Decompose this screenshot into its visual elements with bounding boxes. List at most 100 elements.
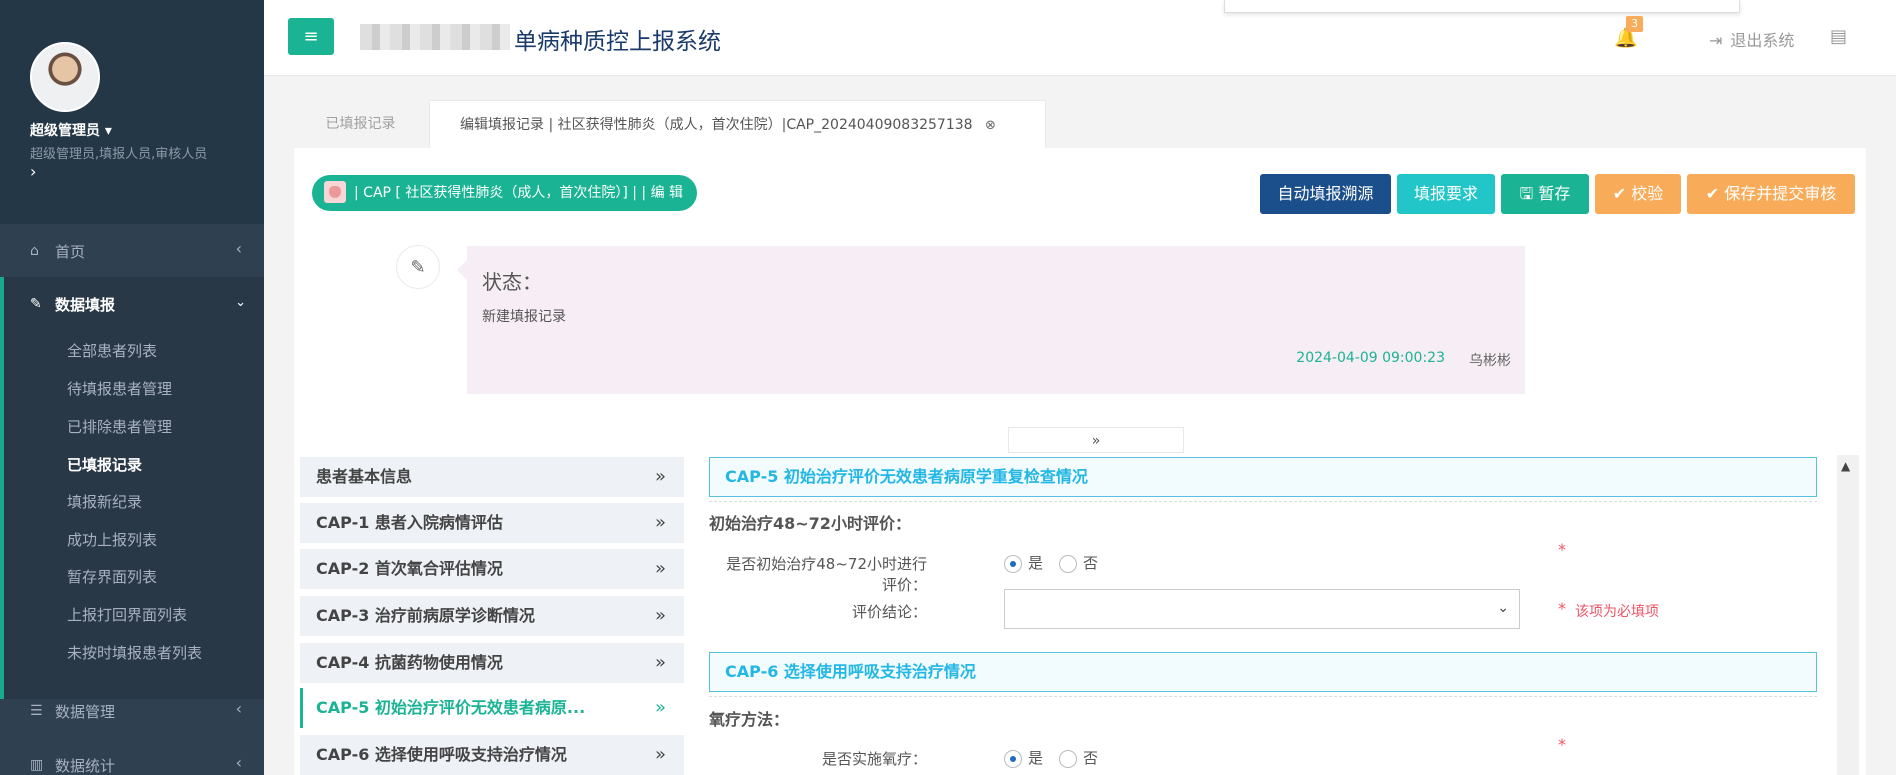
requirements-button[interactable]: 填报要求 xyxy=(1397,174,1495,214)
check-icon: ✔ xyxy=(1705,184,1725,203)
nav-data-manage-label: 数据管理 xyxy=(55,703,116,721)
sub-filled-records[interactable]: 已填报记录 xyxy=(67,454,142,475)
tab-edit-record[interactable]: 编辑填报记录 | 社区获得性肺炎（成人，首次住院）|CAP_2024040908… xyxy=(429,100,1046,149)
right-sidebar-toggle-icon[interactable]: ▤ xyxy=(1830,26,1847,47)
cap5-q2-label: 评价结论： xyxy=(851,603,927,621)
section-item-label: CAP-2 首次氧合评估情况 xyxy=(316,559,503,578)
section-item-label: CAP-4 抗菌药物使用情况 xyxy=(316,653,503,672)
cap6-q1-label: 是否实施氧疗： xyxy=(821,750,927,768)
user-profile: 超级管理员 ▾ 超级管理员,填报人员,审核人员 › xyxy=(0,0,264,224)
record-title-text: | CAP [ 社区获得性肺炎（成人，首次住院）] | | 编 辑 xyxy=(354,185,684,201)
edit-icon: ✎ xyxy=(396,245,440,289)
radio-circle xyxy=(1004,554,1022,573)
app-title: 单病种质控上报系统 xyxy=(514,29,721,55)
chevron-left-icon: ‹ xyxy=(235,239,242,258)
radio-label: 否 xyxy=(1083,749,1099,767)
section-item[interactable]: CAP-4 抗菌药物使用情况 » xyxy=(300,643,684,683)
close-icon[interactable]: ⊗ xyxy=(985,102,996,150)
nav-home[interactable]: ⌂ 首页 ‹ xyxy=(0,224,264,280)
sub-pending-patients[interactable]: 待填报患者管理 xyxy=(67,378,172,399)
user-name-dropdown[interactable]: 超级管理员 ▾ xyxy=(30,120,112,140)
double-chevron-right-icon: » xyxy=(654,466,666,487)
sidebar: 超级管理员 ▾ 超级管理员,填报人员,审核人员 › ⌂ 首页 ‹ ✎ 数据填报 … xyxy=(0,0,264,775)
scroll-up-icon[interactable]: ▲ xyxy=(1841,459,1850,473)
save-draft-button[interactable]: 🖫 暂存 xyxy=(1501,174,1589,214)
nav-data-entry-label: 数据填报 xyxy=(55,296,116,314)
dropdown-popup xyxy=(1224,0,1740,13)
notification-badge: 3 xyxy=(1626,16,1643,32)
status-text: 新建填报记录 xyxy=(482,309,566,325)
section-item-label: 患者基本信息 xyxy=(316,467,413,486)
verify-button[interactable]: ✔ 校验 xyxy=(1595,174,1681,214)
section-item[interactable]: CAP-3 治疗前病原学诊断情况 » xyxy=(300,596,684,636)
sub-new-record[interactable]: 填报新纪录 xyxy=(67,491,142,512)
double-chevron-right-icon: » xyxy=(654,605,666,626)
sign-out-icon: ⇥ xyxy=(1709,31,1723,50)
double-chevron-right-icon: » xyxy=(654,558,666,579)
record-form: CAP-5 初始治疗评价无效患者病原学重复检查情况 初始治疗48~72小时评价：… xyxy=(707,455,1841,775)
cap6-section-header: CAP-6 选择使用呼吸支持治疗情况 xyxy=(709,652,1817,692)
chevron-left-icon: ‹ xyxy=(235,699,242,718)
status-timeline-entry: 状态： 新建填报记录 2024-04-09 09:00:23 乌彬彬 xyxy=(457,246,1525,394)
required-star: * xyxy=(1558,599,1566,618)
tab-filled-records[interactable]: 已填报记录 xyxy=(294,100,427,148)
nav-data-manage[interactable]: ☰ 数据管理 ‹ xyxy=(0,684,264,740)
chevron-right-icon[interactable]: › xyxy=(30,162,36,181)
sub-overdue-patients[interactable]: 未按时填报患者列表 xyxy=(67,642,202,663)
double-chevron-down-icon: » xyxy=(1091,433,1101,449)
edit-icon: ✎ xyxy=(30,296,42,312)
cap5-section-header: CAP-5 初始治疗评价无效患者病原学重复检查情况 xyxy=(709,457,1817,497)
nav-data-entry[interactable]: ✎ 数据填报 ⌄ 全部患者列表 待填报患者管理 已排除患者管理 已填报记录 填报… xyxy=(0,277,264,699)
evaluation-conclusion-select[interactable]: ⌄ xyxy=(1004,589,1520,629)
lung-icon xyxy=(324,180,346,203)
double-chevron-right-icon: » xyxy=(654,652,666,673)
section-item-active[interactable]: CAP-5 初始治疗评价无效患者病原... » xyxy=(300,688,684,728)
bar-chart-icon: ▥ xyxy=(30,757,44,773)
status-user: 乌彬彬 xyxy=(1469,353,1511,369)
section-item[interactable]: CAP-1 患者入院病情评估 » xyxy=(300,503,684,543)
form-scrollbar[interactable]: ▲ xyxy=(1837,455,1859,775)
logout-link[interactable]: ⇥ 退出系统 xyxy=(1709,27,1794,51)
submit-review-button[interactable]: ✔ 保存并提交审核 xyxy=(1687,174,1855,214)
status-timestamp: 2024-04-09 09:00:23 xyxy=(1296,350,1445,366)
sub-draft-list[interactable]: 暂存界面列表 xyxy=(67,566,157,587)
save-draft-label: 暂存 xyxy=(1538,184,1571,203)
logout-label: 退出系统 xyxy=(1730,31,1795,50)
sub-reported-list[interactable]: 成功上报列表 xyxy=(67,529,157,550)
section-item-label: CAP-6 选择使用呼吸支持治疗情况 xyxy=(316,745,567,764)
section-item[interactable]: CAP-2 首次氧合评估情况 » xyxy=(300,549,684,589)
radio-label: 是 xyxy=(1028,749,1044,767)
check-icon: ✔ xyxy=(1612,184,1632,203)
cap6-q1-yes-radio[interactable]: 是 xyxy=(1004,747,1043,768)
divider xyxy=(709,501,1817,502)
sub-all-patients[interactable]: 全部患者列表 xyxy=(67,340,157,361)
chevron-down-icon: ⌄ xyxy=(235,295,246,310)
expand-toggle-button[interactable]: » xyxy=(1008,427,1184,453)
radio-label: 是 xyxy=(1028,554,1044,572)
nav-data-stats[interactable]: ▥ 数据统计 ‹ xyxy=(0,738,264,775)
menu-toggle-button[interactable]: ≡ xyxy=(288,18,334,55)
chevron-left-icon: ‹ xyxy=(235,753,242,772)
record-title-pill: | CAP [ 社区获得性肺炎（成人，首次住院）] | | 编 辑 xyxy=(312,175,698,211)
avatar[interactable] xyxy=(30,42,100,112)
cap5-q1-yes-radio[interactable]: 是 xyxy=(1004,552,1043,573)
cap5-q1-no-radio[interactable]: 否 xyxy=(1059,552,1098,573)
auto-source-button[interactable]: 自动填报溯源 xyxy=(1260,174,1391,214)
sub-rejected-list[interactable]: 上报打回界面列表 xyxy=(67,604,187,625)
section-item[interactable]: 患者基本信息 » xyxy=(300,457,684,497)
section-item-label: CAP-3 治疗前病原学诊断情况 xyxy=(316,606,535,625)
status-label: 状态： xyxy=(482,270,542,294)
home-icon: ⌂ xyxy=(30,243,39,259)
section-item[interactable]: CAP-6 选择使用呼吸支持治疗情况 » xyxy=(300,735,684,775)
cap5-q1-label: 是否初始治疗48~72小时进行评价： xyxy=(726,555,927,594)
double-chevron-right-icon: » xyxy=(654,697,666,718)
radio-circle xyxy=(1059,554,1077,573)
nav-home-label: 首页 xyxy=(55,243,86,261)
nav-data-stats-label: 数据统计 xyxy=(55,757,116,775)
verify-label: 校验 xyxy=(1631,184,1664,203)
sub-excluded-patients[interactable]: 已排除患者管理 xyxy=(67,416,172,437)
user-roles: 超级管理员,填报人员,审核人员 xyxy=(30,147,208,162)
cap6-q1-no-radio[interactable]: 否 xyxy=(1059,747,1098,768)
hospital-name-redacted xyxy=(360,24,510,50)
radio-circle xyxy=(1059,749,1077,768)
